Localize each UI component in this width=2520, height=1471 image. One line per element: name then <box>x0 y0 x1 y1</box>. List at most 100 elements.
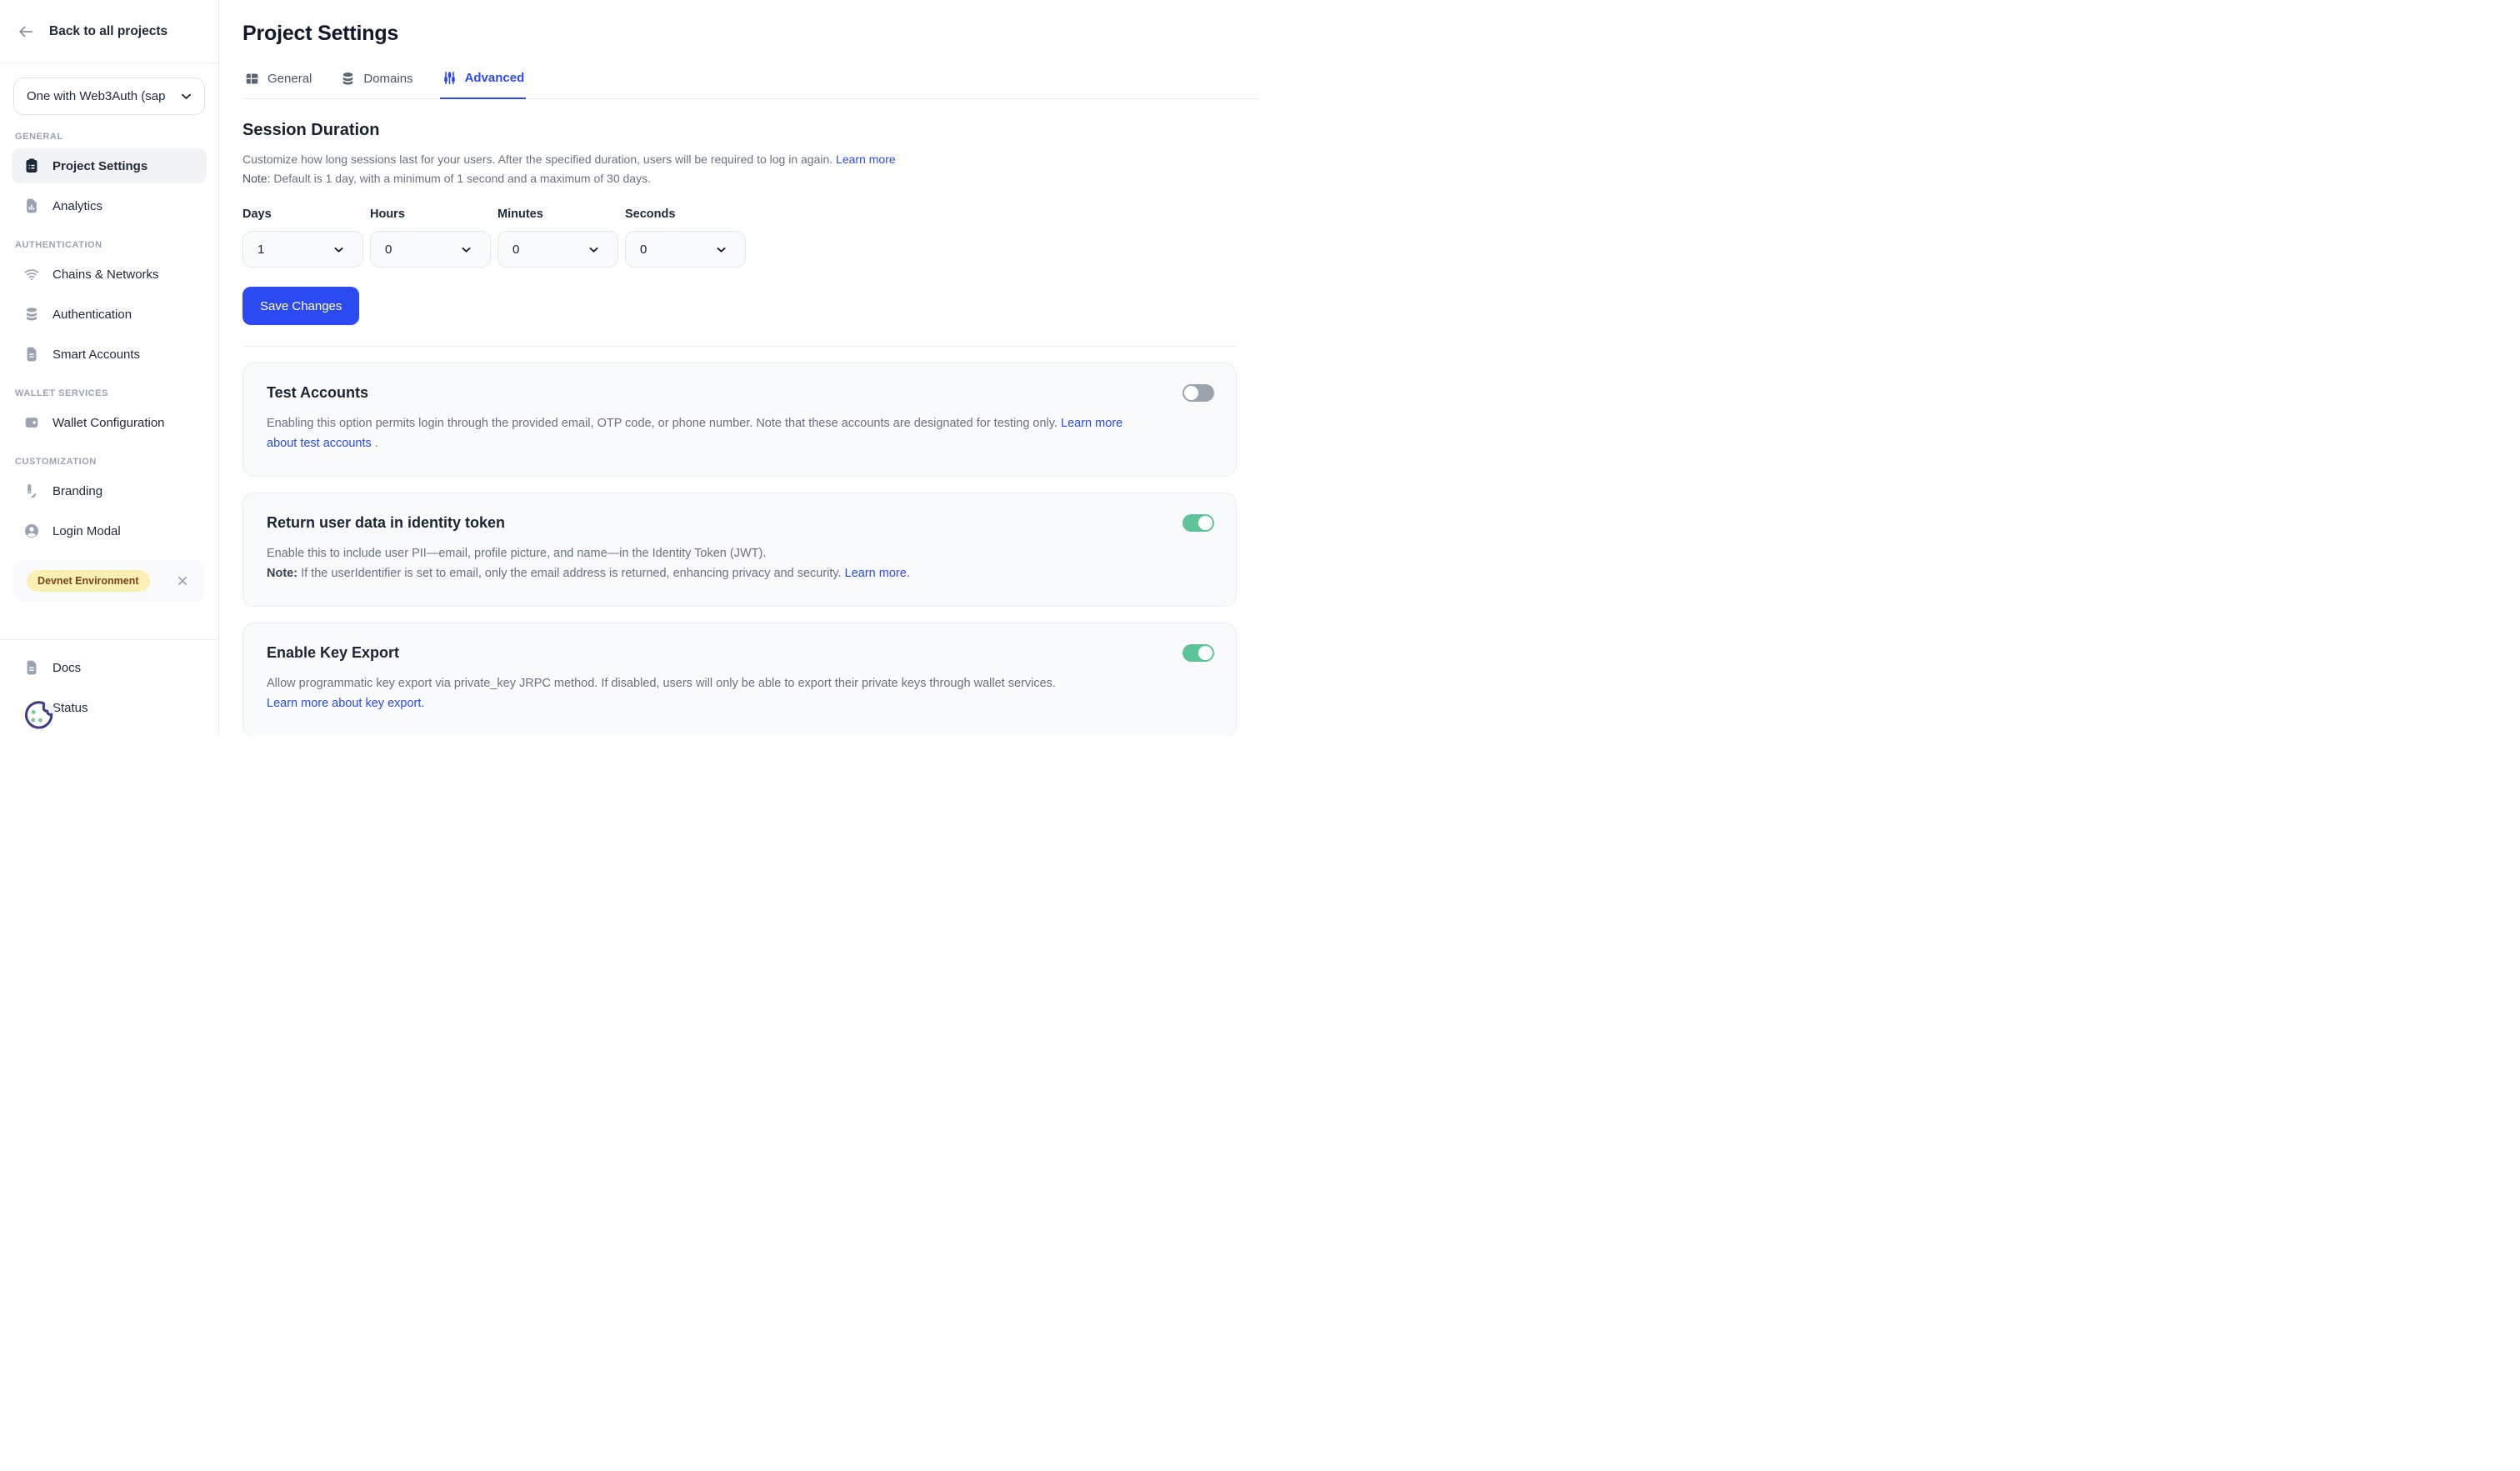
hours-value: 0 <box>385 243 392 257</box>
hours-label: Hours <box>370 208 491 221</box>
chevron-down-icon <box>460 243 472 256</box>
key-export-toggle[interactable] <box>1182 644 1214 662</box>
minutes-select[interactable]: 0 <box>498 231 618 268</box>
sliders-icon <box>442 70 458 86</box>
database-icon <box>23 306 40 323</box>
sidebar-footer: Docs Status <box>0 639 218 735</box>
wifi-icon <box>23 266 40 283</box>
page-title: Project Settings <box>242 22 1260 46</box>
chevron-down-icon <box>588 243 600 256</box>
seconds-label: Seconds <box>625 208 746 221</box>
docs-icon <box>23 659 40 676</box>
sidebar-item-wallet-configuration[interactable]: Wallet Configuration <box>12 405 207 440</box>
project-selector[interactable]: One with Web3Auth (sap <box>13 78 205 115</box>
tab-label: General <box>268 72 312 86</box>
section-label-customization: CUSTOMIZATION <box>15 457 203 467</box>
document-icon <box>23 346 40 363</box>
project-selector-value: One with Web3Auth (sap <box>27 89 179 103</box>
minutes-label: Minutes <box>498 208 618 221</box>
sidebar-item-label: Chains & Networks <box>52 268 159 282</box>
sidebar-item-label: Analytics <box>52 199 102 213</box>
back-to-projects-button[interactable]: Back to all projects <box>0 0 218 63</box>
tab-general[interactable]: General <box>242 67 313 98</box>
minutes-value: 0 <box>512 243 519 257</box>
sidebar: Back to all projects One with Web3Auth (… <box>0 0 219 735</box>
identity-token-description: Enable this to include user PII—email, p… <box>267 544 1125 583</box>
sidebar-item-smart-accounts[interactable]: Smart Accounts <box>12 337 207 372</box>
key-export-description: Allow programmatic key export via privat… <box>267 674 1125 713</box>
sidebar-nav: GENERAL Project Settings Analytics AUTHE… <box>0 132 218 548</box>
identity-token-text: Enable this to include user PII—email, p… <box>267 547 766 560</box>
sidebar-item-label: Wallet Configuration <box>52 416 165 430</box>
days-select[interactable]: 1 <box>242 231 363 268</box>
session-note-text: Default is 1 day, with a minimum of 1 se… <box>273 172 651 185</box>
tab-advanced[interactable]: Advanced <box>440 67 527 99</box>
clipboard-list-icon <box>23 158 40 174</box>
save-changes-button[interactable]: Save Changes <box>242 287 359 325</box>
identity-token-card: Return user data in identity token Enabl… <box>242 493 1237 607</box>
chevron-down-icon <box>715 243 728 256</box>
tab-domains[interactable]: Domains <box>338 67 414 98</box>
sidebar-item-branding[interactable]: Branding <box>12 473 207 508</box>
sidebar-item-label: Docs <box>52 661 81 675</box>
days-value: 1 <box>258 243 264 257</box>
sidebar-item-label: Login Modal <box>52 524 121 538</box>
days-label: Days <box>242 208 363 221</box>
environment-banner: Devnet Environment <box>13 560 205 602</box>
sidebar-item-authentication[interactable]: Authentication <box>12 297 207 332</box>
environment-badge: Devnet Environment <box>27 570 150 592</box>
analytics-doc-icon <box>23 198 40 214</box>
sidebar-item-analytics[interactable]: Analytics <box>12 188 207 223</box>
identity-token-learn-more-link[interactable]: Learn more. <box>845 567 910 580</box>
sidebar-item-label: Authentication <box>52 308 132 322</box>
seconds-field: Seconds 0 <box>625 208 746 268</box>
identity-token-toggle[interactable] <box>1182 514 1214 532</box>
main-panel: Project Settings General Domains Advance… <box>219 0 1260 735</box>
wallet-icon <box>23 414 40 431</box>
session-note-label: Note: <box>242 172 270 185</box>
sidebar-item-project-settings[interactable]: Project Settings <box>12 148 207 183</box>
seconds-value: 0 <box>640 243 647 257</box>
sidebar-item-label: Branding <box>52 484 102 498</box>
section-label-general: GENERAL <box>15 132 203 142</box>
key-export-card: Enable Key Export Allow programmatic key… <box>242 623 1237 735</box>
test-accounts-description: Enabling this option permits login throu… <box>267 414 1125 453</box>
sidebar-item-chains-networks[interactable]: Chains & Networks <box>12 257 207 292</box>
tab-label: Domains <box>363 72 412 86</box>
tab-bar: General Domains Advanced <box>242 67 1260 99</box>
test-accounts-title: Test Accounts <box>267 384 1212 402</box>
duration-fields: Days 1 Hours 0 Minutes 0 <box>242 208 1237 268</box>
back-label: Back to all projects <box>49 24 168 39</box>
section-label-wallet-services: WALLET SERVICES <box>15 388 203 398</box>
table-cells-icon <box>244 71 260 87</box>
seconds-select[interactable]: 0 <box>625 231 746 268</box>
arrow-left-icon <box>17 23 35 41</box>
session-description-text: Customize how long sessions last for you… <box>242 153 832 166</box>
key-export-text: Allow programmatic key export via privat… <box>267 677 1056 690</box>
sidebar-item-status[interactable]: Status <box>12 690 207 725</box>
section-label-authentication: AUTHENTICATION <box>15 240 203 250</box>
hours-field: Hours 0 <box>370 208 491 268</box>
identity-token-note-label: Note: <box>267 567 298 580</box>
key-export-learn-more-link[interactable]: Learn more about key export. <box>267 697 424 710</box>
session-learn-more-link[interactable]: Learn more <box>836 153 896 166</box>
chevron-down-icon <box>179 89 193 103</box>
sidebar-item-docs[interactable]: Docs <box>12 650 207 685</box>
sidebar-item-label: Status <box>52 701 88 715</box>
test-accounts-toggle[interactable] <box>1182 384 1214 402</box>
key-export-title: Enable Key Export <box>267 644 1212 662</box>
paint-brush-icon <box>23 483 40 499</box>
section-divider <box>242 346 1237 347</box>
user-circle-icon <box>23 523 40 539</box>
hours-select[interactable]: 0 <box>370 231 491 268</box>
sidebar-item-login-modal[interactable]: Login Modal <box>12 513 207 548</box>
app-window: Back to all projects One with Web3Auth (… <box>0 0 1260 735</box>
tab-label: Advanced <box>465 71 525 85</box>
close-icon[interactable] <box>175 573 190 588</box>
session-duration-description: Customize how long sessions last for you… <box>242 150 1237 188</box>
minutes-field: Minutes 0 <box>498 208 618 268</box>
days-field: Days 1 <box>242 208 363 268</box>
sidebar-item-label: Project Settings <box>52 159 148 173</box>
cookie-consent-icon[interactable] <box>21 698 57 733</box>
identity-token-title: Return user data in identity token <box>267 514 1212 532</box>
